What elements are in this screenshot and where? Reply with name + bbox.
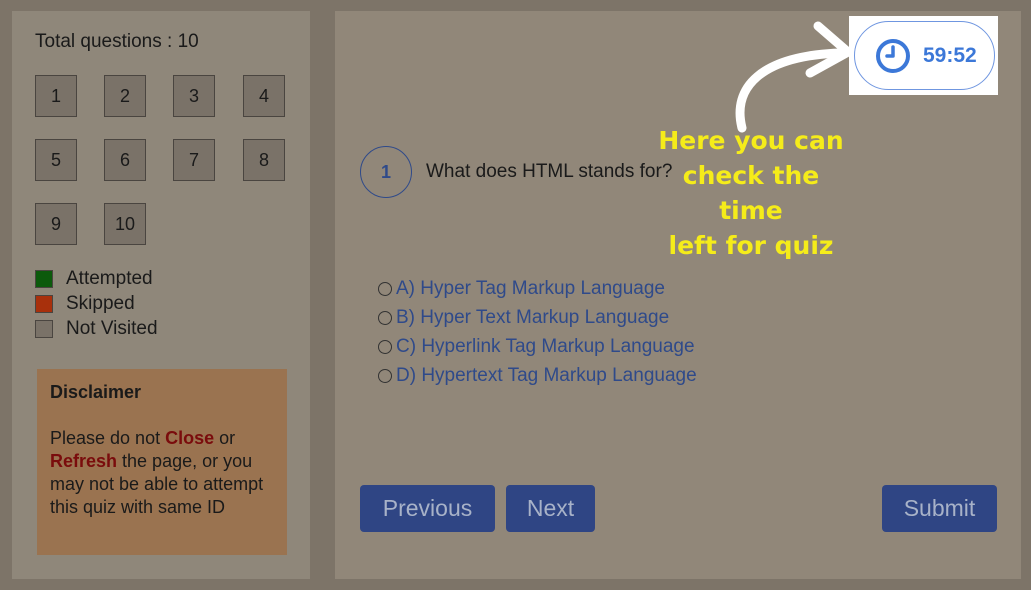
option-label[interactable]: B) Hyper Text Markup Language <box>396 307 669 329</box>
disclaimer-text-part: Please do not <box>50 428 166 448</box>
timer-annotation: Here you can check the time left for qui… <box>651 123 851 263</box>
timer-value: 59:52 <box>923 43 977 67</box>
radio-button[interactable] <box>378 369 392 383</box>
disclaimer-text: Please do not Close or Refresh the page,… <box>50 427 274 519</box>
question-button-4[interactable]: 4 <box>243 75 285 117</box>
annotation-line: left for quiz <box>668 231 834 260</box>
question-button-5[interactable]: 5 <box>35 139 77 181</box>
radio-button[interactable] <box>378 311 392 325</box>
option-c[interactable]: C) Hyperlink Tag Markup Language <box>378 335 695 359</box>
legend-skipped: Skipped <box>35 293 135 314</box>
question-button-8[interactable]: 8 <box>243 139 285 181</box>
total-questions-label: Total questions : 10 <box>35 31 199 52</box>
question-button-7[interactable]: 7 <box>173 139 215 181</box>
question-button-6[interactable]: 6 <box>104 139 146 181</box>
radio-button[interactable] <box>378 282 392 296</box>
disclaimer-box: Disclaimer Please do not Close or Refres… <box>37 369 287 555</box>
question-button-10[interactable]: 10 <box>104 203 146 245</box>
annotation-arrow-icon <box>735 21 853 133</box>
annotation-line: Here you can <box>658 126 844 155</box>
question-text: What does HTML stands for? <box>426 161 673 182</box>
disclaimer-refresh-word: Refresh <box>50 451 118 471</box>
option-label[interactable]: A) Hyper Tag Markup Language <box>396 278 665 300</box>
legend-label: Attempted <box>66 268 153 289</box>
attempted-swatch <box>35 270 53 288</box>
question-number-badge: 1 <box>360 146 412 198</box>
option-label[interactable]: D) Hypertext Tag Markup Language <box>396 365 697 387</box>
option-label[interactable]: C) Hyperlink Tag Markup Language <box>396 336 695 358</box>
disclaimer-title: Disclaimer <box>50 382 142 402</box>
question-panel: 1 What does HTML stands for? A) Hyper Ta… <box>335 11 1021 579</box>
question-button-9[interactable]: 9 <box>35 203 77 245</box>
legend-label: Skipped <box>66 293 135 314</box>
question-button-2[interactable]: 2 <box>104 75 146 117</box>
submit-button[interactable]: Submit <box>882 485 997 532</box>
disclaimer-text-part: or <box>214 428 236 448</box>
question-button-3[interactable]: 3 <box>173 75 215 117</box>
option-b[interactable]: B) Hyper Text Markup Language <box>378 306 669 330</box>
question-navigator-panel: Total questions : 10 1 2 3 4 5 6 7 8 9 1… <box>12 11 310 579</box>
legend-not-visited: Not Visited <box>35 318 158 339</box>
option-d[interactable]: D) Hypertext Tag Markup Language <box>378 364 697 388</box>
next-button[interactable]: Next <box>506 485 595 532</box>
disclaimer-close-word: Close <box>165 428 215 448</box>
timer-widget: 59:52 <box>849 16 998 95</box>
previous-button[interactable]: Previous <box>360 485 495 532</box>
not-visited-swatch <box>35 320 53 338</box>
option-a[interactable]: A) Hyper Tag Markup Language <box>378 277 665 301</box>
radio-button[interactable] <box>378 340 392 354</box>
question-button-1[interactable]: 1 <box>35 75 77 117</box>
clock-icon <box>876 38 910 73</box>
timer-pill: 59:52 <box>854 21 995 90</box>
skipped-swatch <box>35 295 53 313</box>
legend-label: Not Visited <box>66 318 158 339</box>
legend-attempted: Attempted <box>35 268 153 289</box>
annotation-line: check the time <box>682 161 820 225</box>
